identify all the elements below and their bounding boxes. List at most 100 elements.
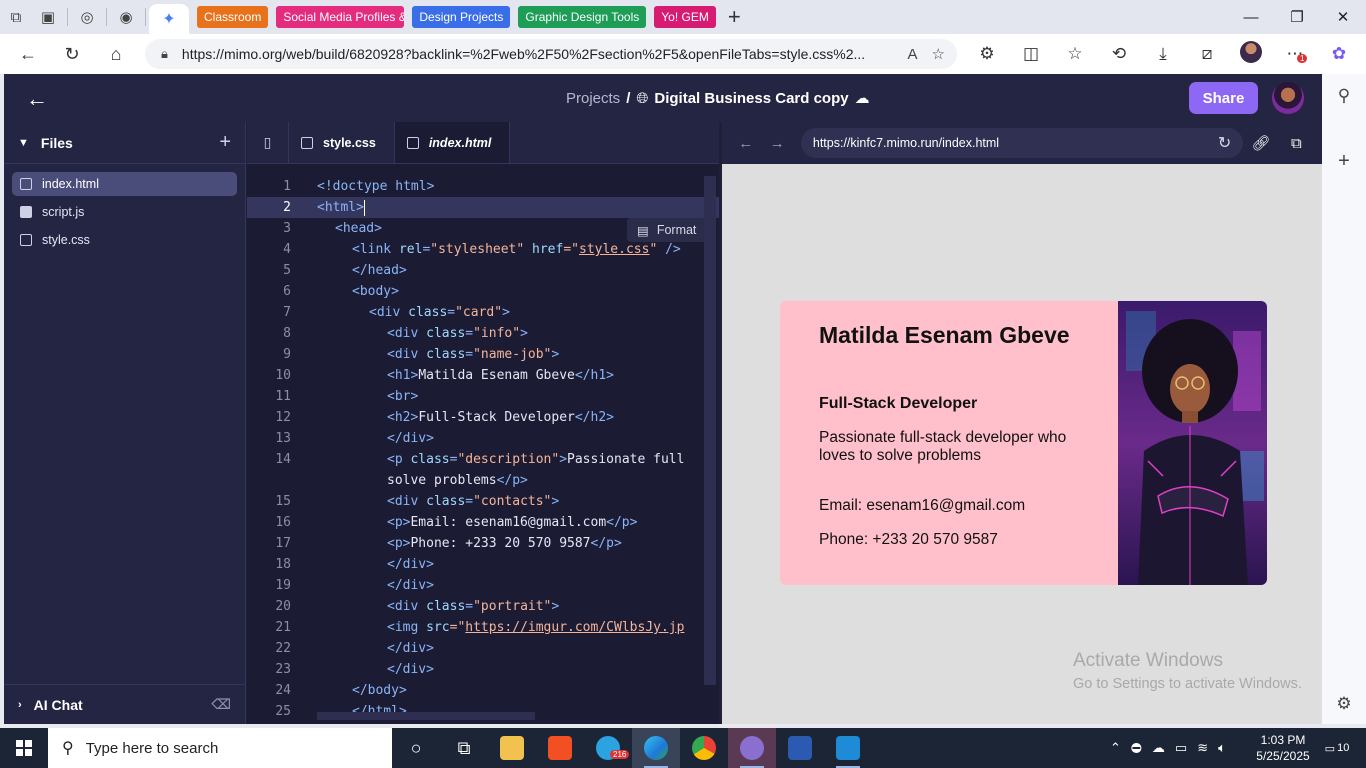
home-icon[interactable]: ⌂	[94, 34, 138, 74]
microsoft-store-icon[interactable]	[536, 728, 584, 768]
task-view-icon[interactable]: ⧉	[440, 728, 488, 768]
system-tray: ⌃ ⛔︎ ☁ ▭ ≋ 🔈︎	[1105, 728, 1231, 768]
preview-back-icon[interactable]: ←	[730, 135, 761, 152]
favorite-star-icon[interactable]: ☆	[932, 45, 945, 63]
volume-icon[interactable]: 🔈︎	[1218, 740, 1226, 756]
chrome-icon[interactable]	[680, 728, 728, 768]
taskbar-clock[interactable]: 1:03 PM 5/25/2025	[1252, 732, 1314, 764]
format-button[interactable]: ▤ Format	[627, 218, 707, 242]
wifi-icon[interactable]: ≋	[1197, 740, 1208, 756]
code-line: 11 <br>	[275, 389, 419, 404]
tray-overflow-icon[interactable]: ⌃	[1110, 740, 1121, 756]
copilot-icon[interactable]: ✿	[1317, 44, 1361, 64]
address-url[interactable]: https://mimo.org/web/build/6820928?backl…	[182, 46, 894, 62]
taskbar-search[interactable]: ⚲ Type here to search	[48, 728, 392, 768]
ai-chat-panel[interactable]: › AI Chat ⌫	[4, 684, 245, 724]
profile-avatar[interactable]	[1229, 40, 1273, 68]
back-arrow-icon[interactable]: ←	[26, 86, 48, 112]
code-line: 22 </div>	[275, 641, 434, 656]
windows-taskbar: ⚲ Type here to search ○ ⧉ 216 ⌃ ⛔︎ ☁ ▭ ≋…	[0, 728, 1366, 768]
preview-reload-icon[interactable]: ↻	[1218, 133, 1231, 153]
project-title[interactable]: Digital Business Card copy	[654, 90, 848, 107]
lock-icon[interactable]: 🔒︎	[161, 46, 168, 62]
sidebar-toggle-icon[interactable]: ▯	[247, 122, 289, 163]
preview-url[interactable]: https://kinfc7.mimo.run/index.html	[813, 136, 999, 150]
restore-icon[interactable]: ❐	[1274, 0, 1320, 34]
battery-icon[interactable]: ▭	[1175, 740, 1187, 756]
add-sidebar-icon[interactable]: +	[1322, 150, 1366, 173]
history-icon[interactable]: ⟲	[1097, 44, 1141, 64]
tab-group-yo-gem[interactable]: Yo! GEM	[654, 6, 716, 28]
file-explorer-icon[interactable]	[488, 728, 536, 768]
github-tab-icon[interactable]: ◉	[110, 0, 142, 34]
back-icon[interactable]: ←	[6, 34, 50, 74]
code-line: 16 <p>Email: esenam16@gmail.com</p>	[275, 515, 638, 530]
code-editor: ▯ style.css index.html 1 <!doctype html> …	[247, 122, 719, 724]
tab-style-css[interactable]: style.css	[289, 122, 395, 163]
powershell-icon[interactable]	[776, 728, 824, 768]
tab-label: style.css	[323, 135, 376, 150]
search-icon[interactable]: ⚲	[1322, 86, 1366, 106]
favorites-icon[interactable]: ☆	[1053, 44, 1097, 64]
downloads-icon[interactable]: ⤓	[1141, 44, 1185, 64]
more-menu-icon[interactable]: ⋯ 1	[1273, 44, 1317, 64]
code-line: 1 <!doctype html>	[283, 179, 435, 194]
screenshot-icon[interactable]: ⧄	[1185, 44, 1229, 64]
telegram-icon[interactable]: 216	[584, 728, 632, 768]
gemini-tab-icon[interactable]: ✦	[149, 4, 189, 34]
start-button[interactable]	[0, 728, 48, 768]
editor-horizontal-scrollbar[interactable]	[317, 712, 535, 720]
file-item-style-css[interactable]: style.css	[12, 228, 237, 252]
extensions-icon[interactable]: ⚙	[965, 44, 1009, 64]
vscode-icon[interactable]	[824, 728, 872, 768]
breadcrumb-projects[interactable]: Projects	[566, 90, 620, 107]
read-aloud-icon[interactable]: A	[908, 46, 918, 63]
new-tab-button[interactable]: +	[728, 4, 741, 30]
share-button[interactable]: Share	[1189, 82, 1258, 114]
minimize-icon[interactable]: —	[1228, 0, 1274, 34]
add-file-icon[interactable]: +	[219, 131, 231, 154]
format-icon: ▤	[637, 223, 649, 238]
editor-tabs: ▯ style.css index.html	[247, 122, 719, 164]
settings-gear-icon[interactable]: ⚙	[1322, 694, 1366, 714]
tab-actions-icon[interactable]: ▣	[32, 0, 64, 34]
chevron-down-icon[interactable]: ▼	[18, 137, 29, 149]
reload-icon[interactable]: ↻	[50, 34, 94, 74]
network-off-icon[interactable]: ⛔︎	[1131, 740, 1142, 756]
code-line: 5 </head>	[283, 263, 407, 278]
tab-group-social-media[interactable]: Social Media Profiles &	[276, 6, 405, 28]
user-avatar[interactable]	[1272, 82, 1304, 114]
split-screen-icon[interactable]: ◫	[1009, 44, 1053, 64]
onedrive-icon[interactable]: ☁	[1152, 740, 1165, 756]
open-external-icon[interactable]: ⧉	[1279, 135, 1314, 152]
close-icon[interactable]: ✕	[1320, 0, 1366, 34]
file-item-index-html[interactable]: index.html	[12, 172, 237, 196]
files-header[interactable]: ▼ Files +	[4, 122, 245, 164]
preview-url-bar[interactable]: https://kinfc7.mimo.run/index.html ↻	[800, 128, 1244, 158]
tab-group-design-projects[interactable]: Design Projects	[412, 6, 511, 28]
tab-group-classroom[interactable]: Classroom	[197, 6, 269, 28]
chevron-right-icon[interactable]: ›	[18, 699, 22, 711]
notification-center-icon[interactable]: ▭ 10	[1322, 736, 1352, 760]
code-area[interactable]: 1 <!doctype html> 2 <html> 3 <head> 4 <link …	[247, 176, 719, 724]
tab-group-graphic-design-tools[interactable]: Graphic Design Tools	[518, 6, 647, 28]
globe-icon: 🌐︎	[636, 89, 649, 107]
preview-forward-icon[interactable]: →	[761, 135, 792, 152]
code-line-active: 2 <html>	[247, 197, 719, 218]
vpn-app-icon[interactable]	[728, 728, 776, 768]
eraser-icon[interactable]: ⌫	[211, 696, 231, 713]
workspaces-icon[interactable]: ⧉	[0, 0, 32, 34]
clock-date: 5/25/2025	[1256, 749, 1310, 763]
openai-tab-icon[interactable]: ◎	[71, 0, 103, 34]
copy-link-icon[interactable]: 🔗︎	[1243, 134, 1278, 152]
tab-index-html[interactable]: index.html	[394, 122, 511, 163]
html5-icon	[20, 178, 32, 190]
edge-browser-icon[interactable]	[632, 728, 680, 768]
address-bar[interactable]: 🔒︎ https://mimo.org/web/build/6820928?ba…	[145, 39, 957, 69]
cortana-icon[interactable]: ○	[392, 728, 440, 768]
card-name: Matilda Esenam Gbeve	[819, 322, 1070, 348]
browser-tools: ⚙ ◫ ☆ ⟲ ⤓ ⧄ ⋯ 1 ✿	[965, 34, 1361, 74]
card-job-title: Full-Stack Developer	[819, 395, 978, 412]
file-item-script-js[interactable]: script.js	[12, 200, 237, 224]
editor-vertical-scrollbar[interactable]	[704, 176, 716, 685]
